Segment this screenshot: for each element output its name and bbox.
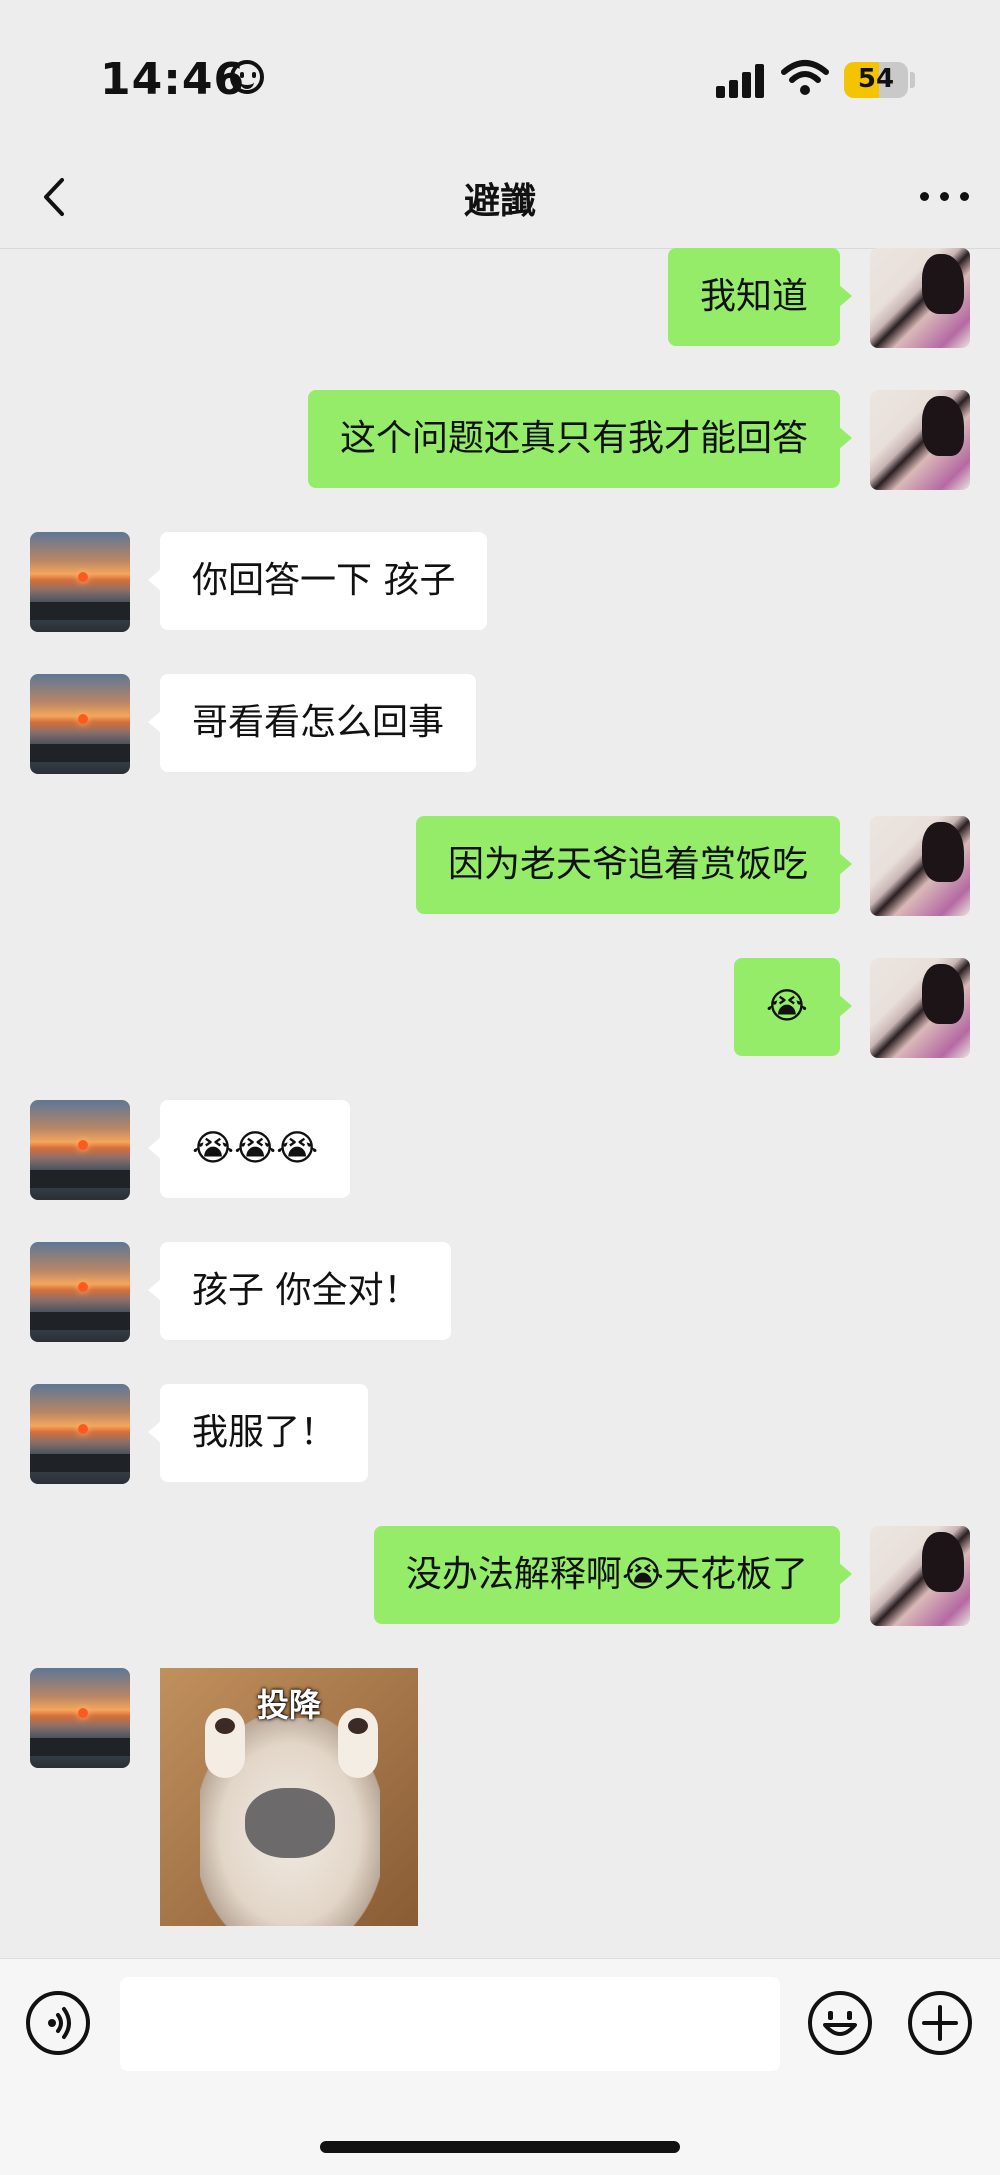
message-bubble[interactable]: 😭 [733, 958, 853, 1056]
message-bubble[interactable]: 你回答一下 孩子 [147, 532, 488, 630]
more-icon[interactable] [920, 190, 970, 204]
battery-icon: 54 [844, 62, 908, 98]
avatar[interactable] [30, 1242, 130, 1342]
avatar[interactable] [870, 248, 970, 348]
message-bubble[interactable]: 因为老天爷追着赏饭吃 [415, 816, 853, 914]
plus-sign [922, 2005, 958, 2041]
message-bubble[interactable]: 😭😭😭 [147, 1100, 351, 1198]
wifi-icon [781, 60, 829, 95]
battery-level: 54 [857, 64, 895, 94]
avatar[interactable] [30, 1100, 130, 1200]
voice-icon[interactable] [26, 1991, 90, 2055]
chat-header: 避讖 [0, 150, 1000, 249]
message-bubble[interactable]: 这个问题还真只有我才能回答 [307, 390, 853, 488]
avatar[interactable] [870, 1526, 970, 1626]
avatar[interactable] [30, 674, 130, 774]
smiley-icon [230, 60, 264, 94]
message-input[interactable] [120, 1977, 780, 2071]
battery-tip [910, 72, 915, 88]
message-bubble[interactable]: 我服了！ [147, 1384, 369, 1482]
sticker-caption: 投降 [256, 1686, 321, 1724]
emoji-icon[interactable] [808, 1991, 872, 2055]
chat-title: 避讖 [463, 181, 536, 222]
avatar[interactable] [870, 390, 970, 490]
avatar[interactable] [30, 1384, 130, 1484]
sticker-image[interactable]: 投降 [160, 1668, 418, 1926]
emoji-face [823, 2011, 857, 2036]
status-time: 14:46 [100, 54, 246, 105]
message-bubble[interactable]: 没办法解释啊😭天花板了 [373, 1526, 853, 1624]
home-indicator [320, 2141, 680, 2153]
status-bar: 14:46 54 [0, 0, 1000, 150]
avatar[interactable] [870, 816, 970, 916]
avatar[interactable] [30, 1668, 130, 1768]
sticker-face [245, 1788, 335, 1858]
avatar[interactable] [30, 532, 130, 632]
signal-icon [716, 62, 766, 98]
plus-icon[interactable] [908, 1991, 972, 2055]
message-bubble[interactable]: 我知道 [667, 248, 853, 346]
voice-waves [48, 2007, 71, 2039]
avatar[interactable] [870, 958, 970, 1058]
message-bubble[interactable]: 孩子 你全对！ [147, 1242, 452, 1340]
message-bubble[interactable]: 哥看看怎么回事 [147, 674, 477, 772]
input-bar [0, 1958, 1000, 2175]
